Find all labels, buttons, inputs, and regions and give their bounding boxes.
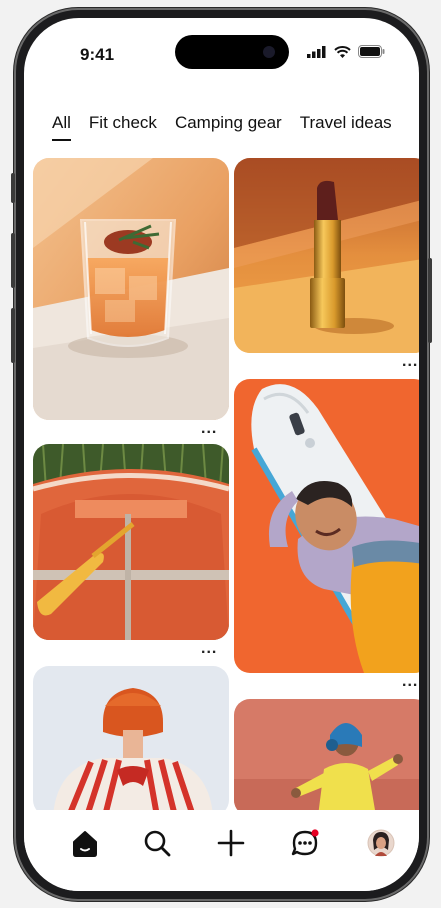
status-bar: 9:41 xyxy=(24,18,419,78)
pin-paddleboard-more-icon[interactable]: ... xyxy=(402,673,418,691)
pin-cocktail-more-icon[interactable]: ... xyxy=(201,420,217,438)
tab-camping-gear[interactable]: Camping gear xyxy=(175,113,282,141)
camera-icon xyxy=(263,46,275,58)
pin-paddleboard[interactable] xyxy=(234,379,419,673)
pin-rowboat[interactable] xyxy=(33,444,229,640)
tab-all[interactable]: All xyxy=(52,113,71,141)
wifi-icon xyxy=(334,45,351,58)
search-icon[interactable] xyxy=(142,828,172,858)
cocktail-image xyxy=(33,158,229,420)
system-icons xyxy=(307,45,385,58)
runner-image xyxy=(234,699,419,816)
pin-cocktail[interactable] xyxy=(33,158,229,420)
signal-icon xyxy=(307,45,326,58)
phone-frame: 9:41 All Fit check Camping gear Travel i… xyxy=(11,8,432,901)
lipstick-image xyxy=(234,158,419,353)
screen: 9:41 All Fit check Camping gear Travel i… xyxy=(24,18,419,891)
action-button xyxy=(11,173,15,203)
home-icon[interactable] xyxy=(70,828,100,858)
pin-red-hair[interactable] xyxy=(33,666,229,816)
chat-icon[interactable] xyxy=(290,828,320,858)
volume-up-button xyxy=(11,233,15,288)
red-hair-image xyxy=(33,666,229,816)
pin-lipstick-more-icon[interactable]: ... xyxy=(402,353,418,371)
volume-down-button xyxy=(11,308,15,363)
pin-runner[interactable] xyxy=(234,699,419,816)
tab-travel-ideas[interactable]: Travel ideas xyxy=(300,113,392,141)
board-tabs: All Fit check Camping gear Travel ideas xyxy=(52,113,392,141)
avatar[interactable] xyxy=(366,828,396,858)
plus-icon[interactable] xyxy=(216,828,246,858)
bottom-nav xyxy=(24,810,419,891)
rowboat-image xyxy=(33,444,229,640)
tab-fit-check[interactable]: Fit check xyxy=(89,113,157,141)
pin-lipstick[interactable] xyxy=(234,158,419,353)
pin-rowboat-more-icon[interactable]: ... xyxy=(201,640,217,658)
status-time: 9:41 xyxy=(80,45,115,64)
power-button xyxy=(428,258,432,343)
dynamic-island xyxy=(175,35,289,69)
paddleboard-image xyxy=(234,379,419,673)
battery-icon xyxy=(358,45,385,58)
